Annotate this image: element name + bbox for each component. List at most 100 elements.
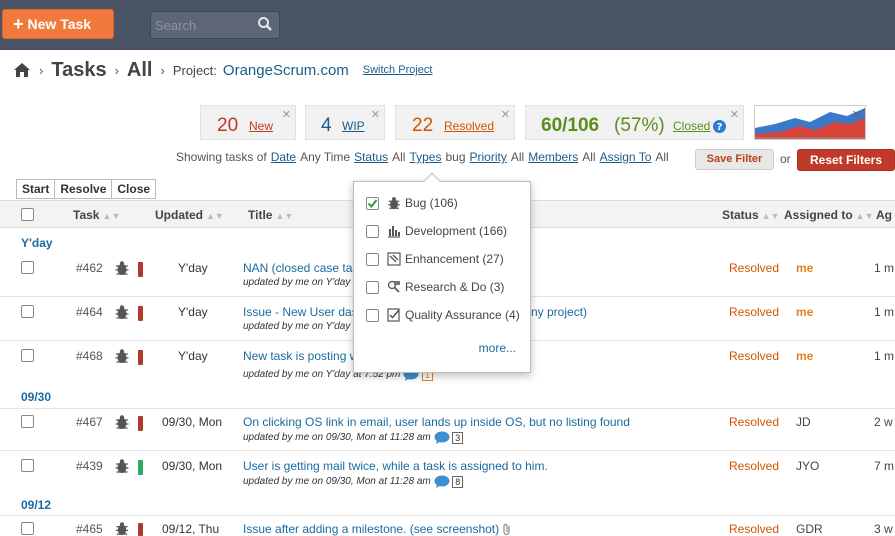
filter-members-link[interactable]: Members <box>528 150 578 164</box>
close-icon[interactable]: ✕ <box>852 108 861 121</box>
enhancement-icon <box>385 251 403 267</box>
close-icon[interactable]: ✕ <box>501 108 510 121</box>
task-assignee[interactable]: me <box>796 349 813 363</box>
reset-filters-button[interactable]: Reset Filters <box>797 149 895 171</box>
type-checkbox[interactable] <box>366 252 379 266</box>
updated-date: Y'day <box>178 305 208 319</box>
row-checkbox[interactable] <box>21 522 34 535</box>
column-title[interactable]: Title ▲▼ <box>248 208 293 222</box>
search-box[interactable] <box>150 11 280 39</box>
checkmark-icon <box>367 198 378 208</box>
resolve-button[interactable]: Resolve <box>54 179 113 199</box>
column-status[interactable]: Status ▲▼ <box>722 208 780 222</box>
comment-icon[interactable] <box>434 431 450 444</box>
task-chart-thumbnail[interactable]: ✕ <box>754 105 866 140</box>
filter-status-link[interactable]: Status <box>354 150 388 164</box>
select-all-checkbox[interactable] <box>21 208 34 221</box>
bug-icon <box>385 195 403 211</box>
filter-date-link[interactable]: Date <box>271 150 296 164</box>
column-updated[interactable]: Updated ▲▼ <box>155 208 224 222</box>
attachment-icon[interactable] <box>502 523 512 536</box>
search-input[interactable] <box>153 14 253 36</box>
updated-date: 09/12, Thu <box>162 522 220 536</box>
stat-wip-count: 4 <box>321 115 332 136</box>
task-id[interactable]: #467 <box>76 415 103 429</box>
task-assignee[interactable]: GDR <box>796 522 823 536</box>
start-button[interactable]: Start <box>16 179 56 199</box>
task-id[interactable]: #464 <box>76 305 103 319</box>
close-icon[interactable]: ✕ <box>371 108 380 121</box>
row-checkbox[interactable] <box>21 459 34 472</box>
task-id[interactable]: #462 <box>76 261 103 275</box>
task-id[interactable]: #468 <box>76 349 103 363</box>
column-updated-label: Updated <box>155 208 203 222</box>
bug-icon <box>115 459 129 473</box>
search-icon[interactable] <box>257 16 273 32</box>
task-id[interactable]: #465 <box>76 522 103 536</box>
switch-project-link[interactable]: Switch Project <box>363 64 433 76</box>
column-age[interactable]: Ag <box>876 208 892 222</box>
breadcrumb-tasks[interactable]: Tasks <box>51 59 106 82</box>
save-filter-button[interactable]: Save Filter <box>695 149 774 170</box>
close-icon[interactable]: ✕ <box>730 108 739 121</box>
filter-members-value: All <box>582 150 596 164</box>
type-checkbox[interactable] <box>366 224 379 238</box>
task-age: 2 w <box>874 415 893 429</box>
new-task-button[interactable]: + New Task <box>2 9 114 39</box>
home-icon[interactable] <box>13 62 31 78</box>
comment-icon[interactable] <box>434 475 450 488</box>
stat-closed-label[interactable]: Closed <box>673 119 710 133</box>
type-checkbox[interactable] <box>366 308 379 322</box>
type-option-research[interactable]: Research & Do (3) <box>366 278 504 296</box>
bug-icon <box>115 349 129 363</box>
column-assigned[interactable]: Assigned to ▲▼ <box>784 208 874 222</box>
type-label: Research & Do (3) <box>405 280 505 294</box>
type-checkbox[interactable] <box>366 280 379 294</box>
stat-wip-label[interactable]: WIP <box>342 119 365 133</box>
stat-resolved-label[interactable]: Resolved <box>444 119 494 133</box>
type-option-bug[interactable]: Bug (106) <box>366 194 458 212</box>
row-checkbox[interactable] <box>21 415 34 428</box>
stat-wip[interactable]: 4 WIP ✕ <box>305 105 385 140</box>
filter-assign-link[interactable]: Assign To <box>600 150 652 164</box>
task-age: 3 w <box>874 522 893 536</box>
breadcrumb-all[interactable]: All <box>127 59 153 82</box>
type-checkbox[interactable] <box>366 196 379 210</box>
filter-types-link[interactable]: Types <box>409 150 441 164</box>
task-title[interactable]: NAN (closed case tab <box>243 261 359 275</box>
chevron-right-icon: › <box>114 62 119 78</box>
type-option-development[interactable]: Development (166) <box>366 222 507 240</box>
type-option-enhancement[interactable]: Enhancement (27) <box>366 250 504 268</box>
stat-new[interactable]: 20 New ✕ <box>200 105 296 140</box>
stat-closed[interactable]: 60/106 (57%) Closed ? ✕ <box>525 105 744 140</box>
help-icon[interactable]: ? <box>713 120 726 133</box>
task-title[interactable]: On clicking OS link in email, user lands… <box>243 415 630 429</box>
type-option-qa[interactable]: Quality Assurance (4) <box>366 306 520 324</box>
close-icon[interactable]: ✕ <box>282 108 291 121</box>
row-checkbox[interactable] <box>21 305 34 318</box>
row-checkbox[interactable] <box>21 349 34 362</box>
new-task-label: New Task <box>27 16 92 32</box>
task-id[interactable]: #439 <box>76 459 103 473</box>
filter-priority-link[interactable]: Priority <box>470 150 507 164</box>
task-title[interactable]: Issue - New User das <box>243 305 358 319</box>
stat-new-label[interactable]: New <box>249 119 273 133</box>
more-types-link[interactable]: more... <box>479 341 516 355</box>
task-status: Resolved <box>729 415 780 429</box>
task-assignee[interactable]: JD <box>796 415 811 429</box>
task-title[interactable]: New task is posting w <box>243 349 358 363</box>
task-age: 1 m <box>874 305 895 319</box>
close-button[interactable]: Close <box>111 179 157 199</box>
task-assignee[interactable]: JYO <box>796 459 819 473</box>
stat-resolved[interactable]: 22 Resolved ✕ <box>395 105 515 140</box>
chevron-right-icon: › <box>160 62 165 78</box>
task-title-tail[interactable]: ny project) <box>531 305 587 319</box>
task-assignee[interactable]: me <box>796 305 813 319</box>
task-title[interactable]: User is getting mail twice, while a task… <box>243 459 548 473</box>
task-assignee[interactable]: me <box>796 261 813 275</box>
column-task[interactable]: Task ▲▼ <box>73 208 120 222</box>
task-title[interactable]: Issue after adding a milestone. (see scr… <box>243 522 499 536</box>
row-checkbox[interactable] <box>21 261 34 274</box>
updated-date: Y'day <box>178 261 208 275</box>
or-text: or <box>780 152 791 166</box>
